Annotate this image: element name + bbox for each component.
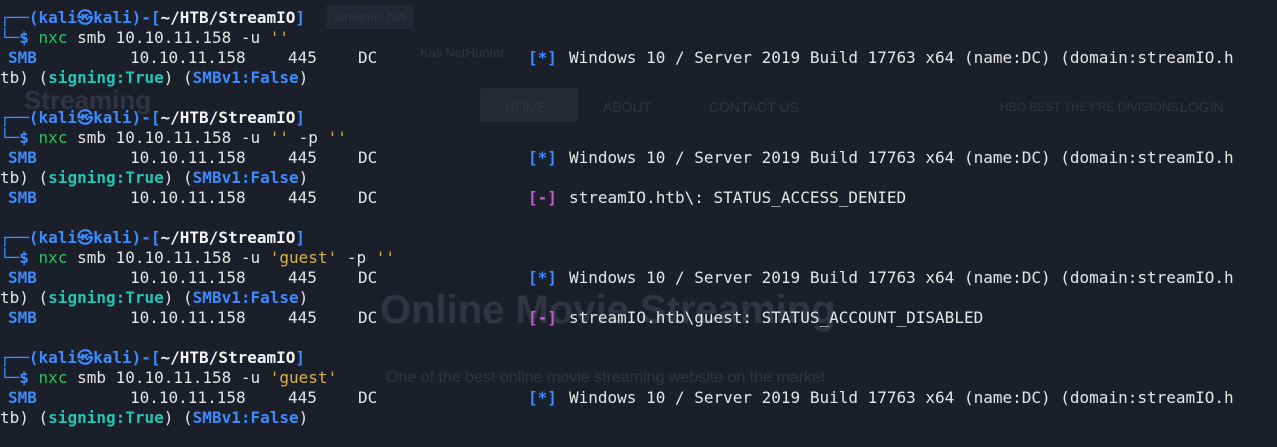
output-row: SMB 10.10.11.158 445 DC [*] Windows 10 /… [8, 268, 1234, 287]
command-line[interactable]: └─$ nxc smb 10.10.11.158 -u '' [0, 28, 1277, 48]
command-line[interactable]: └─$ nxc smb 10.10.11.158 -u 'guest' -p '… [0, 248, 1277, 268]
prompt-header: ┌──(kali㉿kali)-[~/HTB/StreamIO] [0, 348, 306, 367]
output-row: SMB 10.10.11.158 445 DC [-] streamIO.htb… [8, 308, 984, 327]
output-continuation: tb) (signing:True) (SMBv1:False) [0, 408, 309, 427]
prompt-header: ┌──(kali㉿kali)-[~/HTB/StreamIO] [0, 108, 306, 127]
output-row: SMB 10.10.11.158 445 DC [-] streamIO.htb… [8, 188, 907, 207]
command-line[interactable]: └─$ nxc smb 10.10.11.158 -u 'guest' [0, 368, 1277, 388]
terminal-window[interactable]: streamio.htb Kali NetHunter Streaming HO… [0, 0, 1277, 447]
prompt-header: ┌──(kali㉿kali)-[~/HTB/StreamIO] [0, 8, 306, 27]
output-continuation: tb) (signing:True) (SMBv1:False) [0, 288, 309, 307]
output-row: SMB 10.10.11.158 445 DC [*] Windows 10 /… [8, 48, 1234, 67]
terminal-output: ┌──(kali㉿kali)-[~/HTB/StreamIO] └─$ nxc … [0, 8, 1277, 428]
output-row: SMB 10.10.11.158 445 DC [*] Windows 10 /… [8, 388, 1234, 407]
output-continuation: tb) (signing:True) (SMBv1:False) [0, 68, 309, 87]
output-continuation: tb) (signing:True) (SMBv1:False) [0, 168, 309, 187]
command-line[interactable]: └─$ nxc smb 10.10.11.158 -u '' -p '' [0, 128, 1277, 148]
output-row: SMB 10.10.11.158 445 DC [*] Windows 10 /… [8, 148, 1234, 167]
prompt-header: ┌──(kali㉿kali)-[~/HTB/StreamIO] [0, 228, 306, 247]
